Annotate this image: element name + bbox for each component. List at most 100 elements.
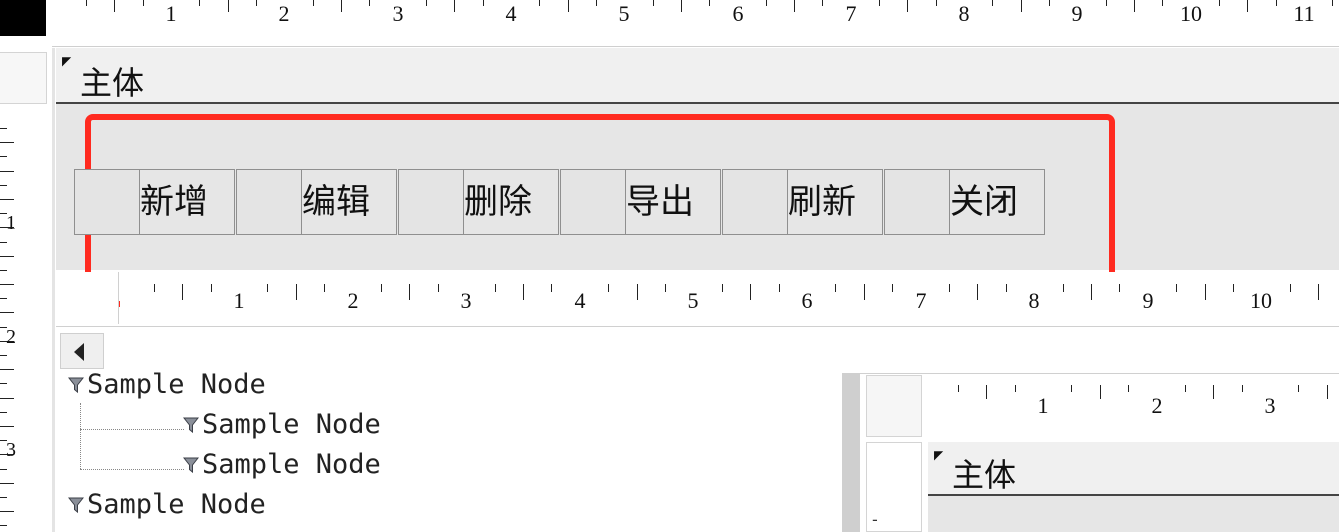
filter-funnel-icon [182,410,200,434]
toolbar-button-5[interactable]: 刷新 [787,169,883,235]
ruler-tick [1106,0,1107,6]
toolbar-button-2[interactable]: 编辑 [301,169,397,235]
toolbar-spacer-cell [560,169,626,235]
ruler-number: 9 [1071,1,1083,26]
ruler-tick [256,0,257,6]
ruler-corner [0,0,46,36]
lower-ruler-gutter [56,272,119,324]
ruler-tick [1128,385,1129,392]
ruler-tick [324,284,325,292]
scroll-left-button[interactable] [60,333,104,369]
vertical-separator [52,48,55,532]
toolbar-spacer-cell [398,169,464,235]
toolbar-button-6[interactable]: 关闭 [949,169,1045,235]
ruler-number: 5 [618,1,630,26]
ruler-tick [369,0,370,6]
mini-panel-header[interactable]: ◤ 主体 [928,442,1339,496]
ruler-tick [313,0,314,6]
ruler-tick [907,0,908,12]
tree-node[interactable]: Sample Node [67,369,266,400]
ruler-tick [1298,385,1299,392]
ruler-number: 2 [1151,393,1163,418]
ruler-tick [779,284,780,292]
ruler-tick [1162,0,1163,6]
ruler-tick [426,0,427,6]
ruler-tick [0,369,14,370]
ruler-tick [0,171,14,172]
section-header[interactable]: ◤ 主体 [56,48,1339,104]
ruler-tick [0,284,14,285]
ruler-tick [1205,284,1206,300]
ruler-tick [936,0,937,6]
ruler-number: 3 [392,1,404,26]
left-ruler: 1 2 3 [0,48,50,532]
mini-panel-collapse-marker-icon: ◤ [934,448,944,462]
ruler-tick [0,128,7,129]
tree-node[interactable]: Sample Node [182,409,381,440]
toolbar-button-1[interactable]: 新增 [139,169,235,235]
tree-view[interactable]: Sample Node Sample Node Sample Node Sample … [56,369,842,532]
ruler-tick [1290,284,1291,292]
ruler-number: 10 [1180,1,1202,26]
ruler-number: 3 [1264,393,1276,418]
ruler-tick [1119,284,1120,292]
ruler-tick [495,284,496,292]
ruler-tick [794,0,795,12]
tree-guide-line [80,429,184,430]
ruler-number: 4 [505,1,517,26]
ruler-number: 6 [732,1,744,26]
toolbar-button-3[interactable]: 删除 [463,169,559,235]
ruler-tick [1100,385,1101,399]
ruler-tick [1063,284,1064,292]
ruler-number: 3 [460,288,472,313]
mini-panel-title: 主体 [952,456,1017,494]
ruler-tick [228,0,229,12]
tree-node[interactable]: Sample Node [67,489,266,520]
tree-guide-line [80,469,184,470]
ruler-number: 1 [1037,393,1049,418]
tree-node[interactable]: Sample Node [182,449,381,480]
lower-ruler: 1 2 3 4 5 6 7 8 9 10 [120,272,1339,324]
toolbar-spacer-cell [722,169,788,235]
tree-node-label: Sample Node [202,449,381,480]
ruler-tick [1276,0,1277,6]
ruler-tick [0,525,7,526]
ruler-tick [0,156,7,157]
ruler-tick [0,483,14,484]
triangle-left-icon [74,343,84,361]
ruler-tick [0,242,7,243]
ruler-tick [454,0,455,12]
ruler-tick [1332,0,1333,6]
ruler-tick [0,497,7,498]
ruler-tick [977,284,978,300]
ruler-tick [0,383,7,384]
ruler-number: 9 [1142,288,1154,313]
ruler-tick [1213,385,1214,399]
tree-node-label: Sample Node [202,409,381,440]
ruler-number: 8 [958,1,970,26]
ruler-tick [0,142,14,143]
ruler-tick [199,0,200,6]
ruler-tick [892,284,893,292]
ruler-tick [409,284,410,300]
ruler-number: 11 [1293,1,1315,26]
ruler-tick [0,398,14,399]
ruler-tick [822,0,823,6]
ruler-tick [958,385,959,392]
ruler-tick [0,298,7,299]
ruler-tick [637,284,638,300]
horizontal-scroll-row [56,326,1339,374]
ruler-tick [154,284,155,292]
tree-node-label: Sample Node [87,369,266,400]
section-collapse-marker-icon: ◤ [62,54,72,68]
ruler-tick [1091,284,1092,300]
ruler-tick [864,284,865,300]
ruler-tick [0,469,7,470]
toolbar-button-4[interactable]: 导出 [625,169,721,235]
tree-node-label: Sample Node [87,489,266,520]
tree-scrollbar[interactable] [842,373,860,532]
top-ruler: 1 2 3 4 5 6 7 8 9 10 11 [52,0,1339,47]
ruler-tick [653,0,654,6]
ruler-tick [483,0,484,6]
ruler-tick [539,0,540,6]
